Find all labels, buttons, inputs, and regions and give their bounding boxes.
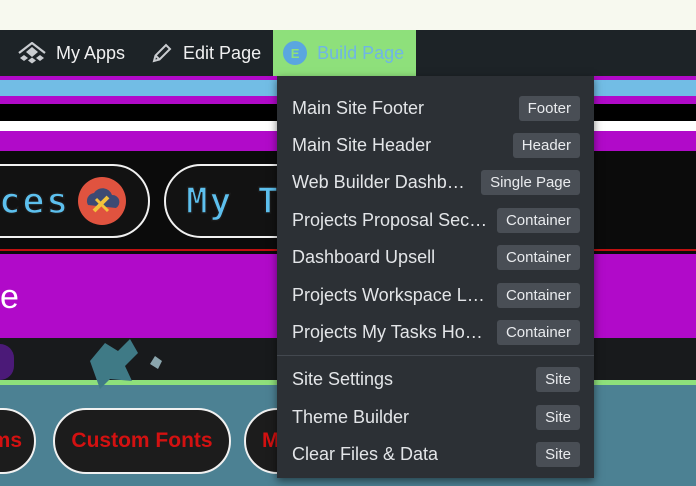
edit-page-label: Edit Page <box>183 42 262 63</box>
template-type-badge: Container <box>496 244 580 270</box>
site-settings-label: Site Settings <box>292 368 394 389</box>
site-badge: Site <box>536 366 580 392</box>
template-item-web-builder-dashboard[interactable]: Web Builder Dashboard Single Page <box>277 164 594 200</box>
services-pill-text: ces <box>0 180 70 223</box>
template-type-badge: Container <box>496 282 580 308</box>
template-type-badge: Container <box>496 319 580 345</box>
template-item-projects-proposal[interactable]: Projects Proposal Section Container <box>277 202 594 238</box>
template-label: Web Builder Dashboard <box>292 171 472 192</box>
map-decoration <box>90 339 162 389</box>
template-label: Dashboard Upsell <box>292 246 436 267</box>
clear-files-label: Clear Files & Data <box>292 443 439 464</box>
theme-builder-item[interactable]: Theme Builder Site <box>277 399 594 435</box>
custom-fonts-label: Custom Fonts <box>71 429 213 452</box>
pencil-icon <box>152 43 172 63</box>
site-badge: Site <box>536 441 580 467</box>
menu-divider <box>277 355 594 356</box>
apps-house-icon <box>18 42 46 64</box>
template-type-badge: Footer <box>518 95 580 121</box>
site-settings-item[interactable]: Site Settings Site <box>277 361 594 397</box>
template-item-main-site-header[interactable]: Main Site Header Header <box>277 127 594 163</box>
template-item-main-site-footer[interactable]: Main Site Footer Footer <box>277 90 594 126</box>
clear-files-data-item[interactable]: Clear Files & Data Site <box>277 436 594 472</box>
template-label: Main Site Header <box>292 134 432 155</box>
template-label: Projects Proposal Section <box>292 209 488 230</box>
template-label: Main Site Footer <box>292 97 425 118</box>
template-type-badge: Single Page <box>481 169 580 195</box>
template-type-badge: Header <box>512 132 580 158</box>
my-apps-label: My Apps <box>56 42 126 63</box>
site-badge: Site <box>536 404 580 430</box>
template-item-projects-workspace[interactable]: Projects Workspace Layout Container <box>277 277 594 313</box>
template-label: Projects Workspace Layout <box>292 284 488 305</box>
cloud-tools-icon <box>78 177 126 225</box>
services-pill[interactable]: ces <box>0 164 150 238</box>
build-page-label: Build Page <box>317 42 405 63</box>
template-type-badge: Container <box>496 207 580 233</box>
build-page-button[interactable]: E Build Page <box>273 30 417 76</box>
template-item-dashboard-upsell[interactable]: Dashboard Upsell Container <box>277 239 594 275</box>
my-apps-button[interactable]: My Apps <box>0 30 137 76</box>
edit-page-button[interactable]: Edit Page <box>137 30 273 76</box>
elementor-logo-icon: E <box>283 41 308 65</box>
banner-text: e <box>0 278 19 316</box>
build-page-dropdown: Main Site Footer Footer Main Site Header… <box>277 76 594 478</box>
custom-fonts-button[interactable]: Custom Fonts <box>53 408 231 474</box>
theme-builder-label: Theme Builder <box>292 406 410 427</box>
bottom-button-1-label: ms <box>0 429 22 452</box>
template-label: Projects My Tasks Home <box>292 321 488 342</box>
template-item-projects-my-tasks[interactable]: Projects My Tasks Home Container <box>277 314 594 350</box>
admin-bar: My Apps Edit Page E Build Page <box>0 30 696 76</box>
top-strip <box>0 0 696 30</box>
my-tasks-pill-text: My T <box>185 180 281 223</box>
